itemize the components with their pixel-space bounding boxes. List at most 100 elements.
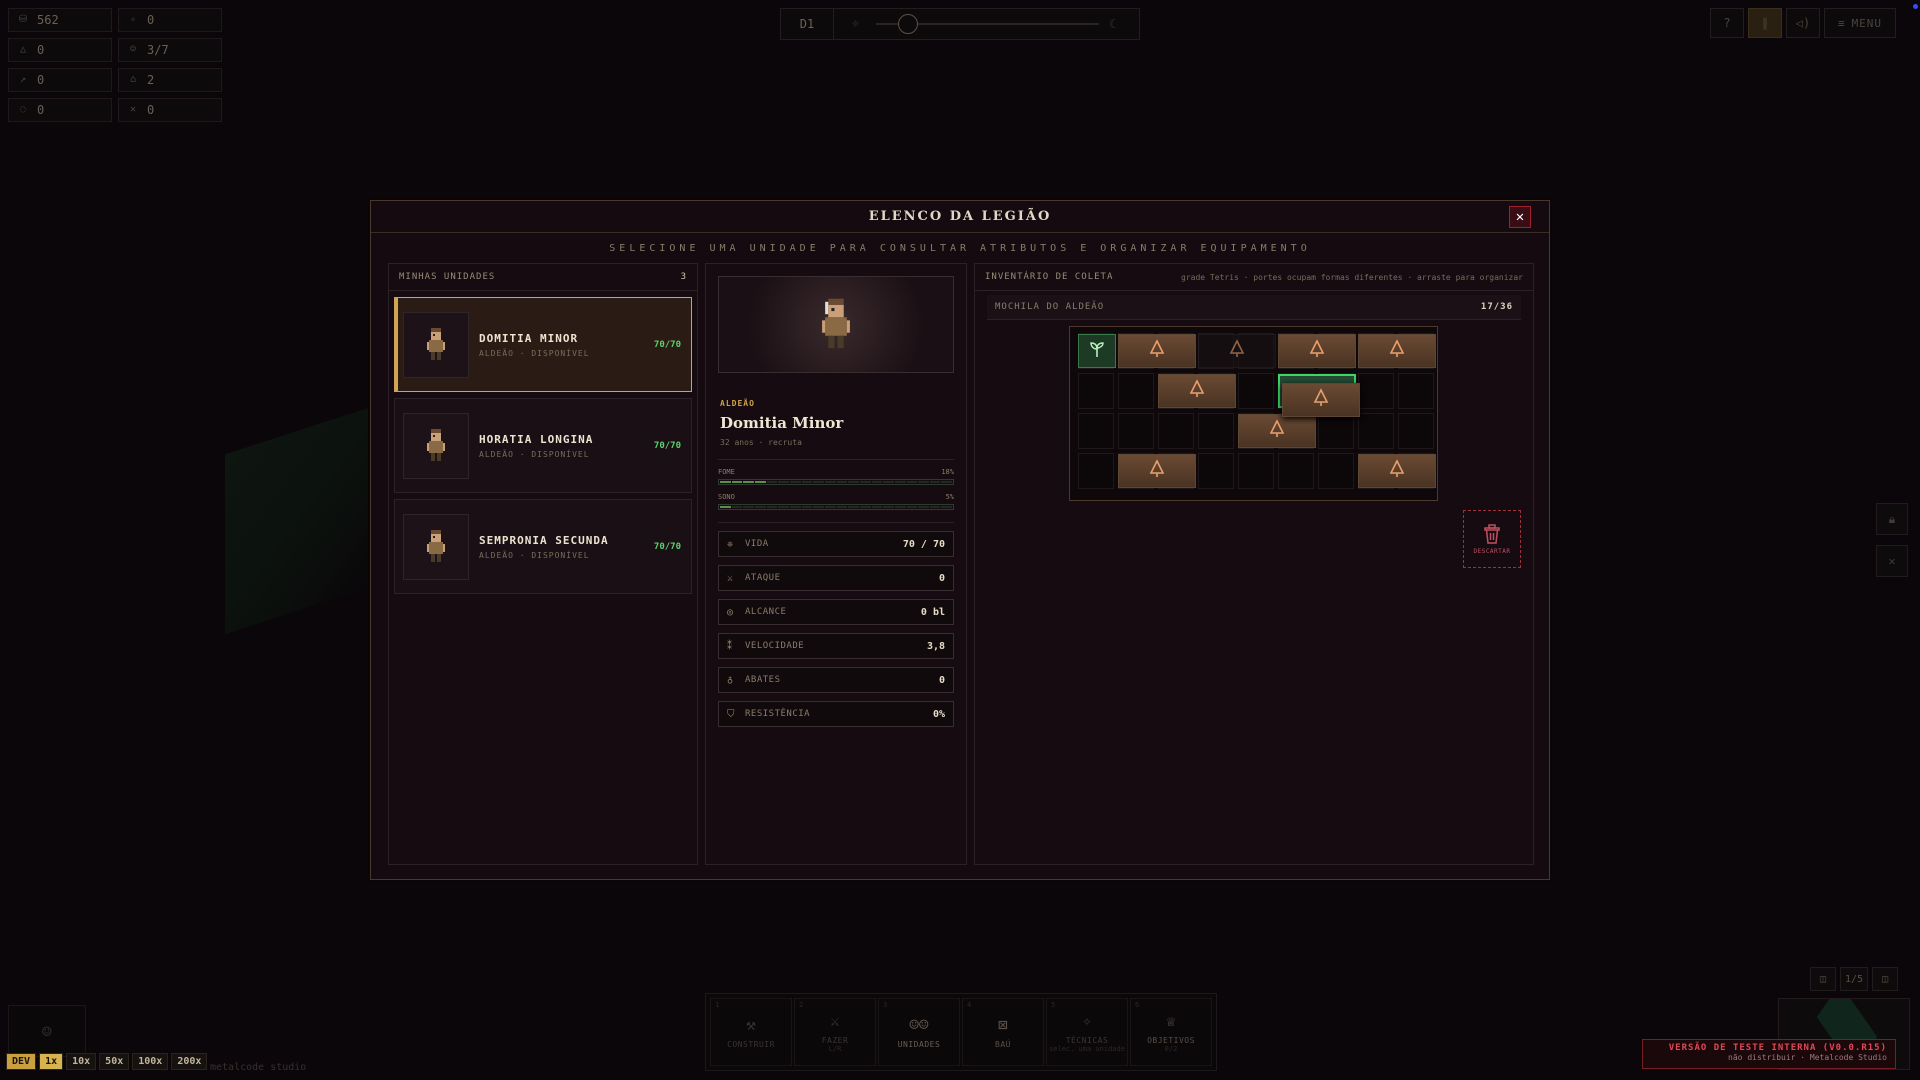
stat-value: 70 / 70 [902,538,945,550]
unit-role: ALDEÃO · DISPONÍVEL [479,348,590,358]
inventory-item[interactable] [1118,454,1196,488]
inventory-cell[interactable] [1318,413,1354,449]
tree-icon [1267,419,1287,443]
lock-button[interactable]: 🔒︎ [1876,503,1908,535]
troop-button[interactable]: ☺ [8,1005,86,1057]
close-button[interactable]: ✕ [1509,206,1531,228]
inventory-cell[interactable] [1078,453,1114,489]
toolbar-label: CONSTRUIR [727,1040,775,1049]
day-progress-knob[interactable] [898,14,919,34]
hotkey: 6 [1135,1001,1140,1009]
sound-button[interactable]: ◁) [1786,8,1820,38]
inventory-cell[interactable] [1158,413,1194,449]
inventory-grid[interactable] [1069,326,1438,501]
medal-icon: ♁ [727,674,734,686]
need-segment [789,506,801,508]
inventory-cell[interactable] [1238,373,1274,409]
inventory-item[interactable] [1118,334,1196,368]
unit-role: ALDEÃO · DISPONÍVEL [479,449,590,459]
inventory-cell[interactable] [1318,453,1354,489]
pause-icon: ∥ [1762,16,1768,30]
need-bar [718,479,954,485]
version-banner: VERSÃO DE TESTE INTERNA (V0.0.R15) não d… [1642,1039,1896,1069]
unit-portrait [403,412,469,479]
need-segment [813,506,824,508]
inventory-item[interactable] [1358,334,1436,368]
resource-blade: ↗ 0 [8,68,112,92]
speed-200x[interactable]: 200x [171,1053,208,1070]
cross-swords-icon: ✕ [129,104,137,115]
inventory-item[interactable] [1278,334,1356,368]
need-bar [718,504,954,510]
inventory-item[interactable] [1358,454,1436,488]
sun-icon: ☼ [852,17,860,31]
inventory-cell[interactable] [1118,373,1154,409]
help-button[interactable]: ? [1710,8,1744,38]
inventory-cell[interactable] [1238,453,1274,489]
speed-10x[interactable]: 10x [66,1053,97,1070]
need-segment [918,481,929,483]
day-progress-track[interactable] [876,14,1099,34]
need-segment [766,481,778,483]
modal-title: ELENCO DA LEGIÃO [868,209,1052,224]
pause-button[interactable]: ∥ [1748,8,1782,38]
speed-50x[interactable]: 50x [99,1053,130,1070]
inventory-cell[interactable] [1198,413,1234,449]
toolbar-sub: selec. uma unidade [1049,1045,1125,1053]
inventory-cell[interactable] [1358,373,1394,409]
inventory-cell[interactable] [1398,413,1434,449]
hotkey: 1 [715,1001,720,1009]
version-note: não distribuir · Metalcode Studio [1728,1053,1887,1062]
tree-icon [1147,339,1167,363]
need-segment [801,506,813,508]
speed-100x[interactable]: 100x [132,1053,169,1070]
techniques-button[interactable]: 5 ✧ TÉCNICAS selec. uma unidade [1046,998,1128,1066]
objectives-button[interactable]: 6 ♕ OBJETIVOS 0/2 [1130,998,1212,1066]
inventory-cell[interactable] [1078,373,1114,409]
tree-icon [1387,339,1407,363]
inventory-cell[interactable] [1118,413,1154,449]
unit-card-domitia[interactable]: DOMITIA MINOR ALDEÃO · DISPONÍVEL 70/70 [394,297,692,392]
dragged-item[interactable] [1282,383,1360,417]
inventory-item[interactable] [1238,414,1316,448]
need-segment [743,481,754,483]
speed-1x[interactable]: 1x [39,1053,64,1070]
resource-coins: ⛁ 562 [8,8,112,32]
unit-card-sempronia[interactable]: SEMPRONIA SECUNDA ALDEÃO · DISPONÍVEL 70… [394,499,692,594]
inventory-cell[interactable] [1398,373,1434,409]
need-segment [941,481,953,483]
unit-detail-name: Domitia Minor [720,414,844,432]
next-page-button[interactable]: ◫ [1872,967,1898,991]
stat-range: ◎ ALCANCE 0 bl [718,599,954,625]
hammer-icon: ⚒ [746,1015,756,1034]
unit-card-horatia[interactable]: HORATIA LONGINA ALDEÃO · DISPONÍVEL 70/7… [394,398,692,493]
discard-button[interactable]: DESCARTAR [1463,510,1521,568]
build-button[interactable]: 1 ⚒ CONSTRUIR [710,998,792,1066]
resource-bell: △ 0 [8,38,112,62]
inventory-item[interactable] [1158,374,1236,408]
need-label: SONO [718,493,735,501]
toolbar-label: TÉCNICAS [1065,1036,1109,1045]
unit-portrait [403,311,469,378]
toolbar-label: BAÚ [995,1040,1011,1049]
inventory-cell[interactable] [1278,453,1314,489]
heart-icon: ❈ [727,538,734,550]
combat-toggle-button[interactable]: ✕ [1876,545,1908,577]
inventory-item[interactable] [1078,334,1116,368]
inventory-cell[interactable] [1358,413,1394,449]
footprints-icon: ⁑ [727,640,732,652]
units-button[interactable]: 3 ☺☺ UNIDADES [878,998,960,1066]
menu-button[interactable]: ≡ MENU [1824,8,1896,38]
craft-button[interactable]: 2 ⚔ FAZER L/R [794,998,876,1066]
inventory-item[interactable] [1198,334,1276,368]
unit-detail-panel: ALDEÃO Domitia Minor 32 anos · recruta F… [705,263,967,865]
prev-page-button[interactable]: ◫ [1809,967,1836,991]
chest-button[interactable]: 4 ⊠ BAÚ [962,998,1044,1066]
inventory-cell[interactable] [1078,413,1114,449]
backpack-label: MOCHILA DO ALDEÃO [995,302,1105,312]
day-cycle-bar: D1 ☼ ☾ [780,8,1140,40]
tool-icon: ⚔ [830,1011,840,1030]
need-segment [720,506,731,508]
unit-hp: 70/70 [653,339,681,350]
inventory-cell[interactable] [1198,453,1234,489]
